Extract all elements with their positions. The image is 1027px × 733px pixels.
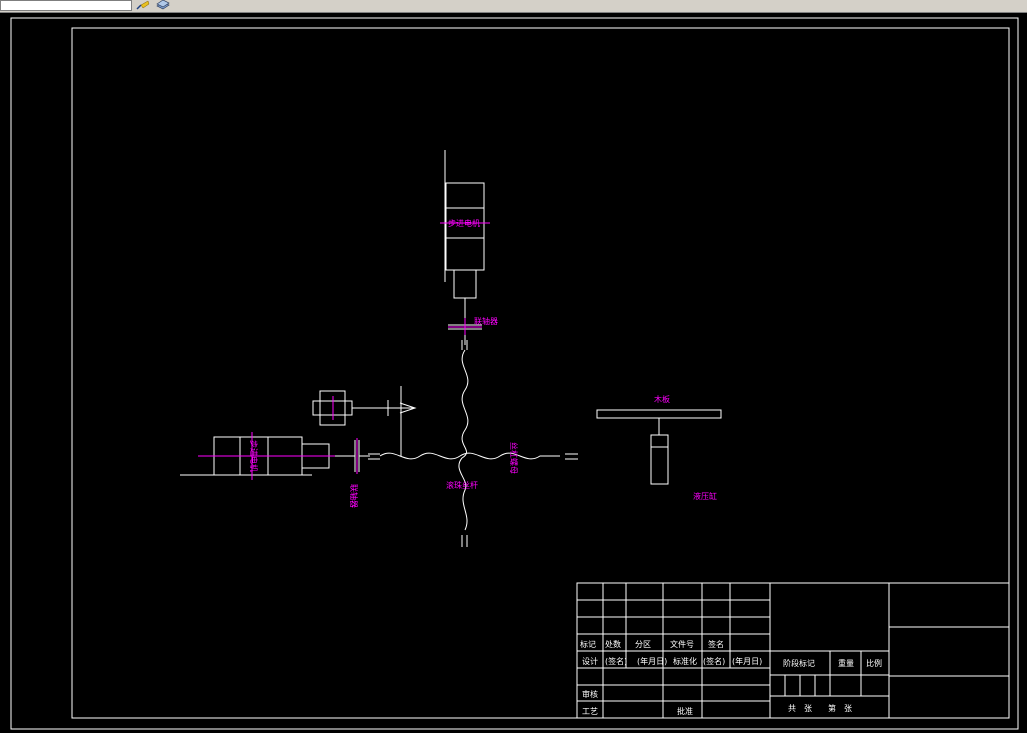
tb-std-sign: (签名): [703, 656, 725, 666]
tb-review: 审核: [582, 689, 598, 699]
tb-file-no: 文件号: [670, 639, 694, 649]
tb-design-date: (年月日): [637, 656, 667, 666]
top-stepper-motor: [444, 150, 485, 325]
tb-std-date: (年月日): [732, 656, 762, 666]
brush-icon[interactable]: [136, 0, 150, 10]
outer-border: [10, 17, 1019, 730]
tb-scale: 比例: [866, 658, 882, 668]
nut-label: 丝杠螺母: [509, 442, 519, 474]
tb-process: 工艺: [582, 707, 598, 716]
top-coupling-label: 联轴器: [474, 316, 498, 326]
ball-screw-label: 滚珠丝杆: [446, 480, 478, 490]
hand-gear: [312, 386, 417, 456]
tb-weight: 重量: [838, 658, 854, 668]
tb-standardize: 标准化: [673, 656, 697, 666]
tb-mark: 标记: [580, 639, 596, 649]
tb-zone: 分区: [635, 640, 651, 649]
title-block: [576, 582, 1010, 719]
cylinder-label: 液压缸: [693, 491, 717, 501]
worktable: [596, 409, 722, 435]
top-motor-label: 步进电机: [448, 218, 480, 228]
command-field[interactable]: [0, 0, 132, 11]
hydraulic-cylinder: [650, 434, 669, 485]
left-coupling-label: 联轴器: [349, 484, 359, 508]
labels: 步进电机 联轴器 滚珠丝杆 木板 液压缸 步进电机 联轴器 丝杠螺母: [249, 218, 717, 508]
left-coupling: [354, 440, 380, 472]
tb-approve: 批准: [677, 706, 693, 716]
tb-design: 设计: [582, 656, 598, 666]
left-motor-label: 步进电机: [249, 440, 259, 472]
worktable-label: 木板: [654, 394, 670, 404]
tb-signature: 签名: [708, 639, 724, 649]
tb-design-sign: (签名): [605, 656, 627, 666]
tb-sheets: 共 张 第 张: [788, 703, 852, 713]
drawing-canvas[interactable]: 步进电机 联轴器 滚珠丝杆 木板 液压缸 步进电机 联轴器 丝杠螺母 标记 处数…: [0, 12, 1027, 733]
inner-frame: [71, 27, 1010, 719]
tb-stage-mark: 阶段标记: [783, 658, 815, 668]
tb-count: 处数: [605, 639, 621, 649]
layer-icon[interactable]: [156, 0, 170, 10]
horizontal-screw: [379, 452, 560, 460]
vertical-screw: [458, 349, 469, 531]
